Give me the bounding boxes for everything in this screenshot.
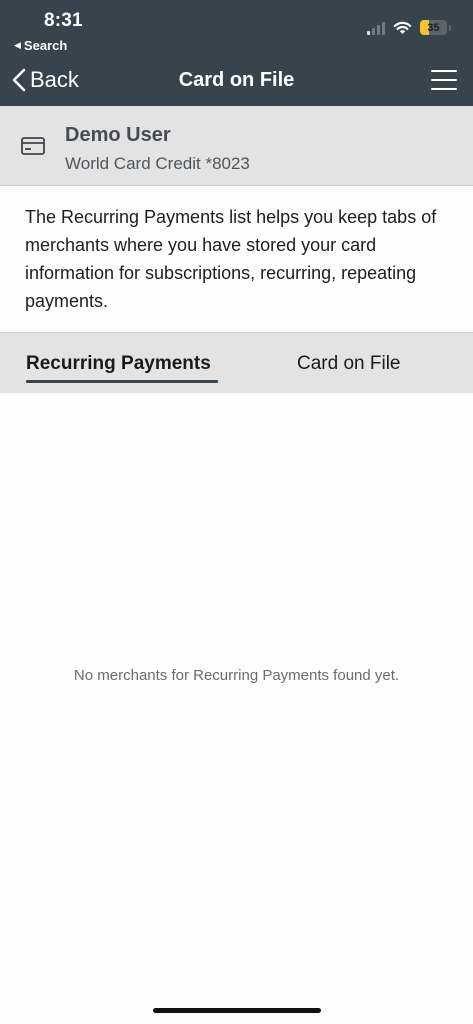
active-tab-indicator xyxy=(26,380,218,383)
tab-recurring-payments[interactable]: Recurring Payments xyxy=(26,333,211,394)
hamburger-menu-icon[interactable] xyxy=(431,70,457,90)
cellular-signal-icon xyxy=(367,21,385,35)
status-back-to-app[interactable]: ◀ Search xyxy=(14,38,67,53)
card-label: World Card Credit *8023 xyxy=(65,154,250,173)
wifi-icon xyxy=(393,21,412,34)
battery-icon: 35 xyxy=(420,20,447,35)
tab-card-on-file[interactable]: Card on File xyxy=(297,333,401,394)
home-indicator[interactable] xyxy=(153,1008,321,1013)
battery-level: 35 xyxy=(427,21,440,34)
empty-state-message: No merchants for Recurring Payments foun… xyxy=(73,667,400,684)
card-summary: Demo User World Card Credit *8023 xyxy=(0,106,473,186)
page-title: Card on File xyxy=(178,69,295,91)
tab-bar: Recurring Payments Card on File xyxy=(0,332,473,393)
status-back-label: Search xyxy=(23,38,68,53)
back-triangle-icon: ◀ xyxy=(14,40,21,50)
top-bar: 8:31 ◀ Search 35 Back Card on File xyxy=(0,0,473,106)
status-time: 8:31 xyxy=(44,10,83,31)
recurring-payments-description: The Recurring Payments list helps you ke… xyxy=(25,207,437,311)
credit-card-icon xyxy=(21,137,45,155)
status-icons: 35 xyxy=(367,20,451,35)
user-name: Demo User xyxy=(65,124,171,146)
